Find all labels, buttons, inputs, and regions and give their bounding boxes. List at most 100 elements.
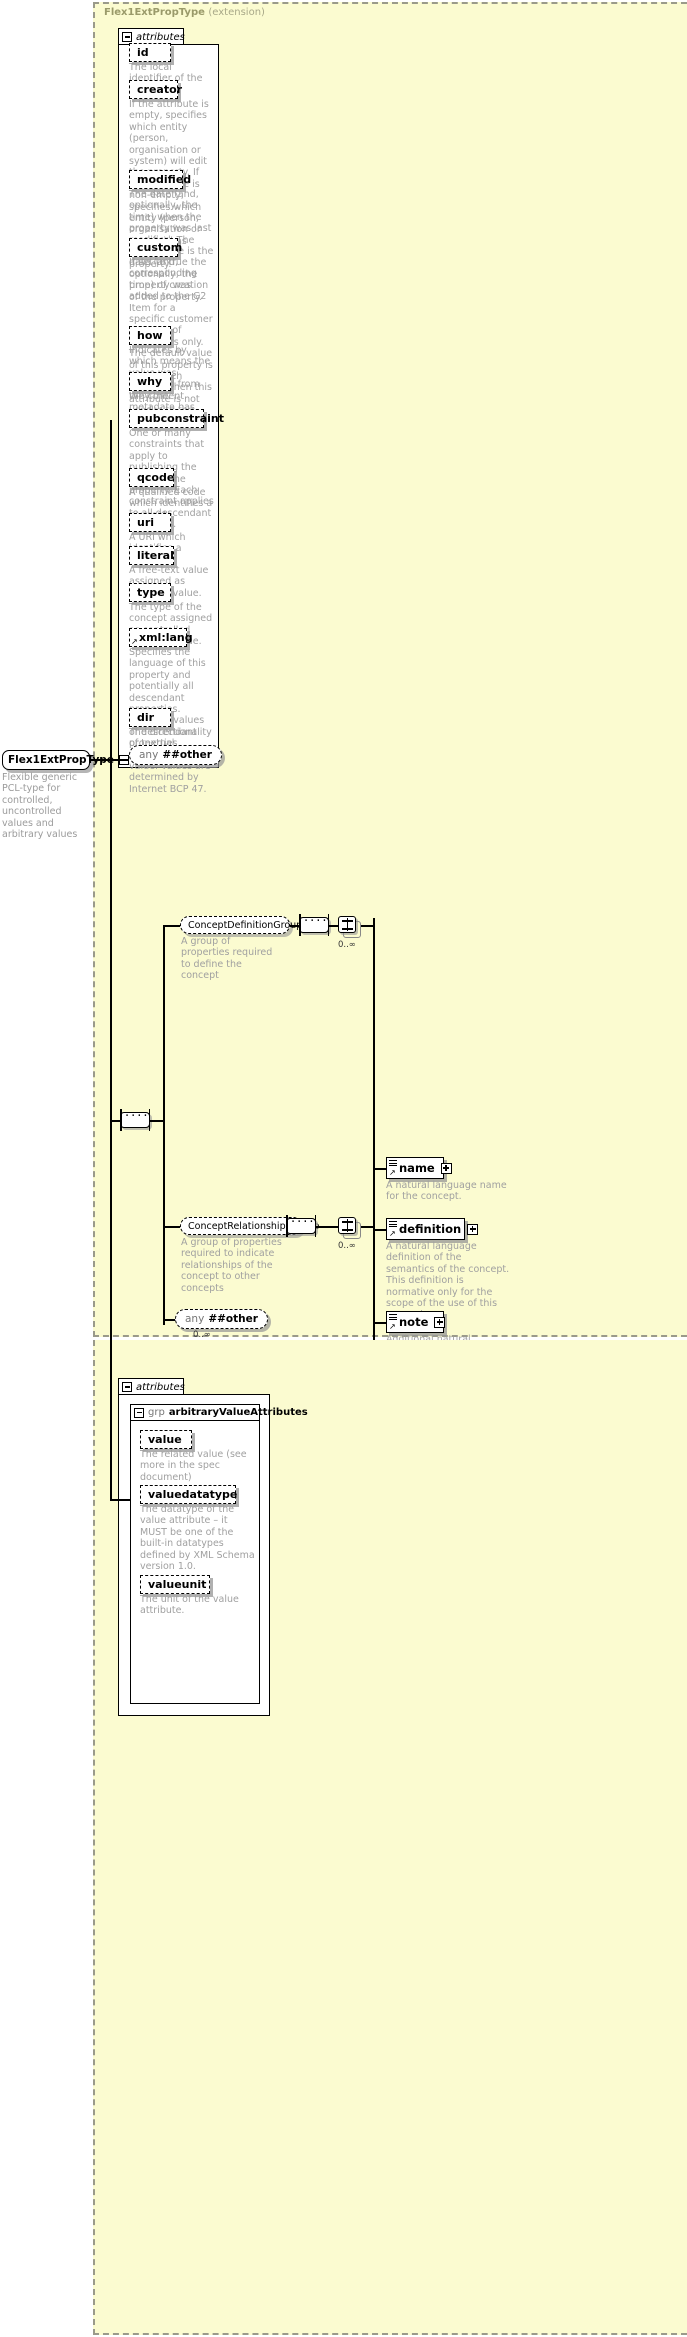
connector bbox=[373, 1168, 387, 1170]
cardinality-group1: 0..∞ bbox=[338, 940, 356, 950]
plus-icon[interactable] bbox=[467, 1223, 479, 1235]
attribute-desc-valuedatatype: The datatype of the value attribute – it… bbox=[140, 1504, 255, 1573]
group-keyword: grp bbox=[148, 1407, 165, 1418]
attribute-chip-dir[interactable]: dir bbox=[129, 708, 171, 727]
reference-arrow-icon: ↗ bbox=[389, 1322, 396, 1331]
attribute-label: modified bbox=[137, 173, 192, 186]
attribute-label: creator bbox=[137, 83, 183, 96]
attribute-label: id bbox=[137, 46, 149, 59]
cardinality-group2: 0..∞ bbox=[338, 1241, 356, 1251]
minus-icon[interactable] bbox=[122, 32, 132, 42]
sequence-bar bbox=[299, 914, 301, 936]
attribute-label: qcode bbox=[137, 471, 175, 484]
attribute-label: value bbox=[148, 1433, 182, 1446]
sequence-compositor-group1[interactable] bbox=[299, 914, 329, 936]
sequence-bar bbox=[120, 1109, 122, 1131]
group-desc-concept-relationships: A group of properties required to indica… bbox=[181, 1237, 282, 1294]
minus-icon[interactable] bbox=[134, 1407, 144, 1418]
reference-arrow-icon: ↗ bbox=[389, 1229, 396, 1238]
attribute-chip-pubconstraint[interactable]: pubconstraint bbox=[129, 409, 224, 428]
attribute-chip-valueunit[interactable]: valueunit bbox=[140, 1575, 210, 1594]
element-lines-icon bbox=[389, 1160, 397, 1166]
group-arbitrary-value-attributes-tab[interactable]: grp arbitraryValueAttributes bbox=[130, 1404, 308, 1421]
root-type-desc: Flexible generic PCL-type for controlled… bbox=[2, 772, 78, 841]
any-keyword: any bbox=[185, 1313, 205, 1325]
connector bbox=[110, 759, 112, 1501]
extension-title-name: Flex1ExtPropType bbox=[104, 7, 205, 18]
connector bbox=[373, 1322, 387, 1324]
attribute-chip-value[interactable]: value bbox=[140, 1430, 192, 1449]
attribute-label: valuedatatype bbox=[148, 1488, 238, 1501]
attribute-label: how bbox=[137, 329, 163, 342]
attributes-any-other[interactable]: any ##other bbox=[129, 745, 222, 765]
group-box-concept-definition[interactable]: ConceptDefinitionGroup bbox=[180, 916, 302, 934]
attribute-chip-how[interactable]: how bbox=[129, 326, 171, 345]
choice-compositor-group2[interactable] bbox=[338, 1217, 356, 1234]
attribute-label: uri bbox=[137, 516, 155, 529]
connector bbox=[110, 1499, 130, 1501]
attribute-label: pubconstraint bbox=[137, 412, 225, 425]
connector bbox=[150, 1120, 164, 1122]
choice-vertical bbox=[346, 918, 348, 931]
bottom-attributes-box-label: attributes bbox=[136, 1381, 185, 1393]
reference-arrow-icon: ↗ bbox=[131, 637, 138, 646]
content-any-other[interactable]: any ##other bbox=[175, 1309, 268, 1329]
attribute-label: custom bbox=[137, 241, 183, 254]
connector bbox=[373, 918, 375, 1166]
any-namespace: ##other bbox=[208, 1313, 258, 1325]
connector bbox=[110, 420, 112, 760]
attribute-label: type bbox=[137, 586, 165, 599]
attribute-chip-literal[interactable]: literal bbox=[129, 546, 174, 565]
attribute-chip-type[interactable]: type bbox=[129, 583, 171, 602]
sequence-dots-icon bbox=[304, 914, 329, 929]
element-box-definition[interactable]: ↗ definition bbox=[386, 1218, 479, 1240]
plus-icon[interactable] bbox=[434, 1316, 446, 1328]
minus-icon[interactable] bbox=[122, 1382, 132, 1392]
connector bbox=[163, 1226, 181, 1228]
sequence-compositor-group2[interactable] bbox=[286, 1215, 316, 1237]
group-label: ConceptDefinitionGroup bbox=[188, 919, 303, 931]
choice-compositor-group1[interactable] bbox=[338, 916, 356, 933]
sequence-dots-icon bbox=[125, 1109, 150, 1124]
element-label: note bbox=[399, 1315, 429, 1329]
root-type-box[interactable]: Flex1ExtPropType bbox=[2, 750, 129, 770]
xsd-diagram-canvas: Flex1ExtPropType (extension) attributes … bbox=[0, 0, 687, 2337]
connector bbox=[373, 1229, 387, 1231]
attribute-chip-uri[interactable]: uri bbox=[129, 513, 171, 532]
connector bbox=[163, 925, 165, 1325]
sequence-bar bbox=[286, 1215, 288, 1237]
any-keyword: any bbox=[139, 749, 159, 761]
attribute-chip-id[interactable]: id bbox=[129, 43, 171, 62]
attribute-chip-qcode[interactable]: qcode bbox=[129, 468, 174, 487]
any-namespace: ##other bbox=[162, 749, 212, 761]
attribute-chip-valuedatatype[interactable]: valuedatatype bbox=[140, 1485, 238, 1504]
bottom-attributes-box-tab[interactable]: attributes bbox=[118, 1378, 185, 1395]
connector bbox=[163, 925, 181, 927]
reference-arrow-icon: ↗ bbox=[389, 1168, 396, 1177]
sequence-dots-icon bbox=[291, 1215, 316, 1230]
attribute-desc-valueunit: The unit of the value attribute. bbox=[140, 1594, 239, 1617]
element-desc-name: A natural language name for the concept. bbox=[386, 1180, 507, 1203]
attribute-label: valueunit bbox=[148, 1578, 207, 1591]
attributes-box-label: attributes bbox=[136, 31, 185, 43]
group-desc-concept-definition: A group of properties required to define… bbox=[181, 936, 273, 982]
sequence-compositor-main[interactable] bbox=[120, 1109, 150, 1131]
attribute-chip-custom[interactable]: custom bbox=[129, 238, 182, 257]
attribute-label: literal bbox=[137, 549, 174, 562]
element-lines-icon bbox=[389, 1221, 397, 1227]
element-box-note[interactable]: ↗ note bbox=[386, 1311, 446, 1333]
group-name-label: arbitraryValueAttributes bbox=[168, 1407, 308, 1418]
attribute-chip-modified[interactable]: modified bbox=[129, 170, 191, 189]
cardinality-content-any: 0..∞ bbox=[193, 1330, 211, 1340]
plus-icon[interactable] bbox=[440, 1162, 452, 1174]
element-box-name[interactable]: ↗ name bbox=[386, 1157, 452, 1179]
attribute-chip-xml-lang[interactable]: ↗ xml:lang bbox=[129, 628, 193, 647]
choice-vertical bbox=[346, 1219, 348, 1232]
connector bbox=[316, 1226, 338, 1228]
group-box-concept-relationships[interactable]: ConceptRelationshipsGroup bbox=[180, 1217, 319, 1235]
element-label: definition bbox=[399, 1222, 462, 1236]
attribute-chip-creator[interactable]: creator bbox=[129, 80, 182, 99]
attribute-chip-why[interactable]: why bbox=[129, 372, 171, 391]
attribute-desc-value: The related value (see more in the spec … bbox=[140, 1449, 247, 1483]
extension-title-suffix: (extension) bbox=[208, 7, 265, 18]
